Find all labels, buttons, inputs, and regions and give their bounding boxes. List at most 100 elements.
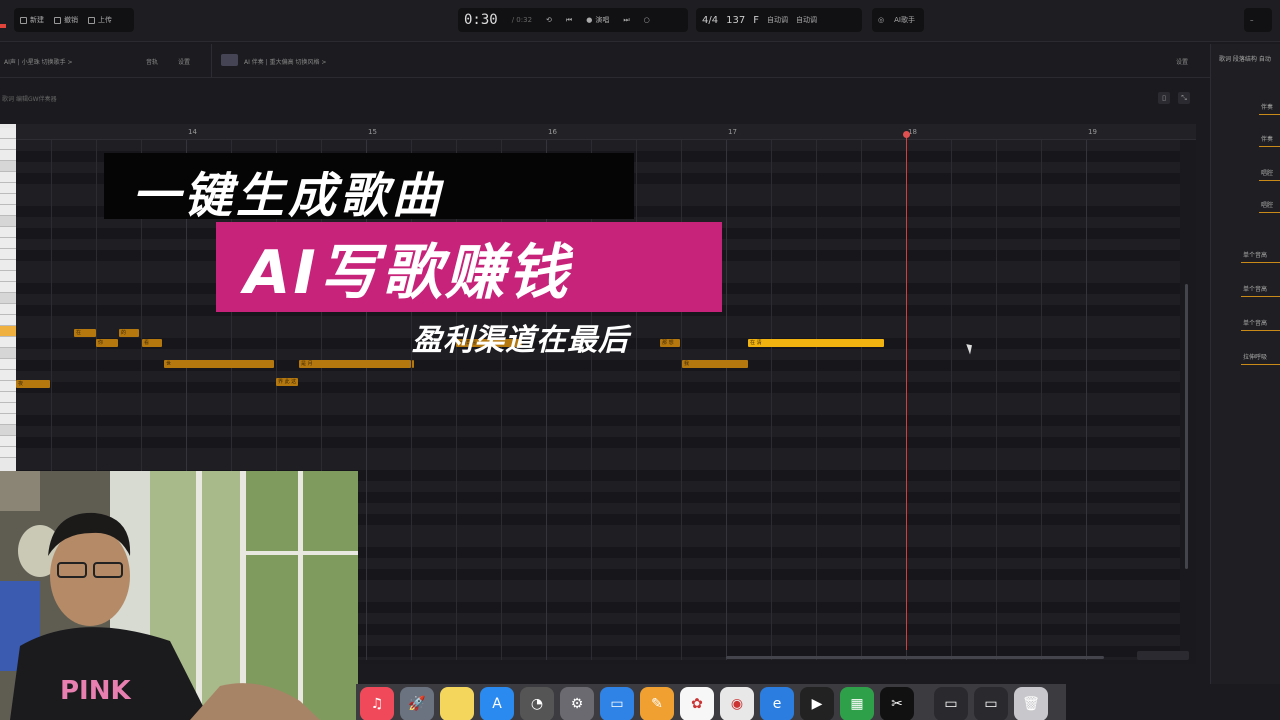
pitch-lane — [16, 437, 1180, 448]
piano-key[interactable] — [0, 249, 16, 260]
music-app-icon[interactable]: ♫ — [360, 687, 394, 720]
right-panel-item[interactable]: 拉伸呼吸 — [1243, 352, 1267, 361]
tempo-field[interactable]: 137 — [726, 15, 745, 26]
window1-icon[interactable]: ▭ — [934, 687, 968, 720]
piano-key[interactable] — [0, 260, 16, 271]
edge-app-icon[interactable]: e — [760, 687, 794, 720]
piano-key[interactable] — [0, 205, 16, 216]
piano-key[interactable] — [0, 348, 16, 359]
accompaniment-settings[interactable]: 设置 — [1176, 57, 1188, 66]
right-panel-item[interactable]: 单个音高 — [1243, 318, 1267, 327]
system-preferences-icon[interactable]: ⚙ — [560, 687, 594, 720]
piano-key[interactable] — [0, 216, 16, 227]
loop-icon[interactable]: ⟲ — [546, 16, 552, 24]
rewind-icon[interactable]: ⏮ — [566, 16, 572, 25]
note-block[interactable]: 在 — [74, 329, 96, 337]
lyrics-tab[interactable]: 歌词 — [2, 94, 14, 103]
time-signature[interactable]: 4/4 — [702, 15, 718, 26]
right-panel-item[interactable]: 唱腔 — [1261, 200, 1273, 209]
piano-key[interactable] — [0, 194, 16, 205]
trash-icon[interactable]: 🗑 — [1014, 687, 1048, 720]
piano-key[interactable] — [0, 337, 16, 348]
piano-key[interactable] — [0, 161, 16, 172]
note-block[interactable]: 在 清 — [748, 339, 884, 347]
piano-key[interactable] — [0, 282, 16, 293]
launchpad-app-icon[interactable]: 🚀 — [400, 687, 434, 720]
app-store-icon[interactable]: A — [480, 687, 514, 720]
bar-line — [726, 140, 727, 660]
piano-key[interactable] — [0, 172, 16, 183]
piano-key[interactable] — [0, 326, 16, 337]
photos-app-icon[interactable]: ✿ — [680, 687, 714, 720]
note-block[interactable]: 的 — [119, 329, 139, 337]
forward-icon[interactable]: ⏭ — [623, 16, 629, 25]
piano-key[interactable] — [0, 304, 16, 315]
note-block[interactable]: 你 — [96, 339, 118, 347]
ai-singer-button[interactable]: ◎ AI歌手 — [872, 8, 924, 32]
activity-app-icon[interactable]: ◔ — [520, 687, 554, 720]
numbers-app-icon[interactable]: ▦ — [840, 687, 874, 720]
piano-key[interactable] — [0, 139, 16, 150]
note-block[interactable]: 是 月 — [299, 360, 411, 368]
note-block[interactable]: 看 — [142, 339, 162, 347]
note-block[interactable]: 夜 — [16, 380, 50, 388]
note-block[interactable]: 界 此 这 — [276, 378, 298, 386]
final-cut-app-icon[interactable]: ▶ — [800, 687, 834, 720]
note-block[interactable]: 那 想 — [660, 339, 680, 347]
upload-button[interactable]: 上传 — [88, 15, 112, 25]
piano-key[interactable] — [0, 403, 16, 414]
chrome-app-icon[interactable]: ◉ — [720, 687, 754, 720]
piano-key[interactable] — [0, 392, 16, 403]
zoom-slider[interactable] — [1137, 651, 1189, 660]
right-panel-item[interactable]: 唱腔 — [1261, 168, 1273, 177]
piano-key[interactable] — [0, 238, 16, 249]
piano-key[interactable] — [0, 128, 16, 139]
time-signature-value: 4/4 — [702, 14, 719, 26]
accompaniment-track-label[interactable]: AI 伴奏 | 重大偏高 切换风格 > — [244, 57, 326, 66]
beat-line — [951, 140, 952, 660]
key-field[interactable]: F — [753, 15, 759, 26]
track-action-1[interactable]: 音轨 — [146, 57, 158, 66]
note-block[interactable]: 世 — [164, 360, 274, 368]
piano-key[interactable] — [0, 370, 16, 381]
piano-key[interactable] — [0, 150, 16, 161]
piano-key[interactable] — [0, 183, 16, 194]
timeline-ruler[interactable]: 14 15 16 17 18 19 — [16, 124, 1196, 140]
expand-icon[interactable]: ⤡ — [1178, 92, 1190, 104]
capcut-app-icon[interactable]: ✂ — [880, 687, 914, 720]
right-panel-item[interactable]: 伴奏 — [1261, 102, 1273, 111]
piano-key[interactable] — [0, 315, 16, 326]
key-detail-2[interactable]: 自动调 — [796, 15, 817, 25]
undo-button[interactable]: 撤销 — [54, 15, 78, 25]
piano-key[interactable] — [0, 447, 16, 458]
piano-key[interactable] — [0, 359, 16, 370]
keynote-app-icon[interactable]: ▭ — [600, 687, 634, 720]
window2-icon[interactable]: ▭ — [974, 687, 1008, 720]
note-block[interactable]: 我 — [682, 360, 748, 368]
track-action-2[interactable]: 设置 — [178, 57, 190, 66]
delete-icon[interactable]: ▯ — [1158, 92, 1170, 104]
pages-app-icon[interactable]: ✎ — [640, 687, 674, 720]
window-control-button[interactable]: – — [1244, 8, 1272, 32]
piano-key[interactable] — [0, 227, 16, 238]
key-detail-1[interactable]: 自动调 — [767, 15, 788, 25]
new-button[interactable]: 新建 — [20, 15, 44, 25]
horizontal-scrollbar[interactable] — [726, 656, 1104, 659]
search-icon[interactable]: ○ — [644, 16, 650, 24]
piano-key[interactable] — [0, 425, 16, 436]
vertical-scrollbar[interactable] — [1185, 284, 1188, 569]
notes-app-icon[interactable] — [440, 687, 474, 720]
note-block[interactable]: 光 — [412, 360, 414, 368]
piano-key[interactable] — [0, 271, 16, 282]
piano-key[interactable] — [0, 414, 16, 425]
right-panel-item[interactable]: 伴奏 — [1261, 134, 1273, 143]
piano-key[interactable] — [0, 436, 16, 447]
playhead-handle[interactable] — [903, 131, 910, 138]
vocal-track-label[interactable]: AI声 | 小星珠 切换歌手 > — [4, 57, 73, 66]
right-panel-item[interactable]: 单个音高 — [1243, 250, 1267, 259]
play-mode-button[interactable]: ● 演唱 — [586, 15, 609, 25]
right-panel-item[interactable]: 单个音高 — [1243, 284, 1267, 293]
piano-key[interactable] — [0, 293, 16, 304]
playhead[interactable] — [906, 134, 907, 650]
piano-key[interactable] — [0, 381, 16, 392]
